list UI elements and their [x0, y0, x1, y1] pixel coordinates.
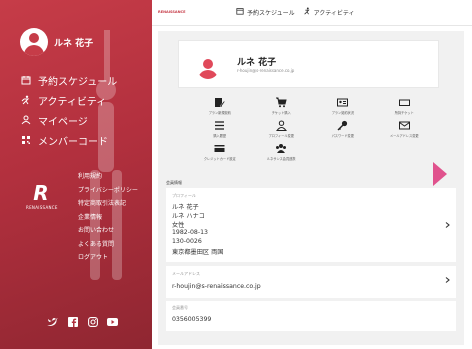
header-nav-activity[interactable]: アクティビティ — [303, 7, 355, 17]
instagram-icon[interactable] — [87, 316, 98, 327]
youtube-icon[interactable] — [107, 316, 118, 327]
mail-icon — [398, 119, 410, 131]
member-number-value: 0356005399 — [172, 316, 212, 323]
credit-card-icon — [214, 142, 226, 154]
profile-line: 女性 — [172, 222, 185, 229]
calendar-icon — [20, 74, 32, 86]
facebook-icon[interactable] — [67, 316, 78, 327]
header-nav-label: 予約スケジュール — [247, 9, 295, 17]
member-number-label: 会員番号 — [172, 305, 188, 310]
menu-owned-tickets[interactable]: 所持チケット — [374, 94, 436, 117]
link-company[interactable]: 企業情報 — [78, 211, 138, 225]
menu-buy-ticket[interactable]: チケット購入 — [251, 94, 313, 117]
list-icon — [214, 119, 226, 131]
person-icon — [275, 119, 287, 131]
menu-new-plan[interactable]: プラン新規契約 — [189, 94, 251, 117]
menu-renaissance-link[interactable]: ルネサンス会員連携 — [251, 140, 313, 163]
menu-plan-status[interactable]: プラン契約状況 — [312, 94, 374, 117]
link-privacy[interactable]: プライバシーポリシー — [78, 184, 138, 198]
email-label: メールアドレス — [172, 271, 200, 276]
sidebar-nav: 予約スケジュール アクティビティ マイページ メンバーコード — [20, 70, 117, 150]
qr-icon — [20, 134, 32, 146]
menu-grid: プラン新規契約 チケット購入 プラン契約状況 所持チケット 購入履歴 プロフィー… — [189, 94, 435, 163]
link-commerce-law[interactable]: 特定商取引法表記 — [78, 197, 138, 211]
arrow-right-icon — [433, 162, 447, 186]
menu-email-change[interactable]: メールアドレス変更 — [374, 117, 436, 140]
email-value: r-houjin@s-renaissance.co.jp — [172, 283, 261, 290]
top-bar: RENAISSANCE 予約スケジュール アクティビティ — [152, 0, 472, 26]
avatar — [20, 28, 48, 56]
profile-line: 130-0026 — [172, 238, 202, 245]
menu-credit-card[interactable]: クレジットカード設定 — [189, 140, 251, 163]
sidebar-user[interactable]: ルネ 花子 — [20, 28, 93, 56]
cart-icon — [275, 96, 287, 108]
link-terms[interactable]: 利用規約 — [78, 170, 138, 184]
run-icon — [303, 7, 311, 17]
header-nav: 予約スケジュール アクティビティ — [236, 7, 355, 17]
sidebar-item-label: メンバーコード — [38, 136, 108, 148]
menu-purchase-history[interactable]: 購入履歴 — [189, 117, 251, 140]
header-nav-label: アクティビティ — [313, 9, 355, 17]
calendar-icon — [236, 7, 244, 17]
group-icon — [275, 142, 287, 154]
sidebar-panel: ルネ 花子 予約スケジュール アクティビティ マイページ メンバーコード R R… — [0, 0, 152, 349]
header-nav-schedule[interactable]: 予約スケジュール — [236, 7, 295, 17]
ticket-icon — [398, 96, 410, 108]
sidebar-user-name: ルネ 花子 — [54, 38, 94, 49]
link-faq[interactable]: よくある質問 — [78, 238, 138, 252]
footer-links: 利用規約 プライバシーポリシー 特定商取引法表記 企業情報 お問い合わせ よくあ… — [78, 170, 138, 265]
main-panel: RENAISSANCE 予約スケジュール アクティビティ ルネ 花子 r-hou… — [152, 0, 472, 349]
profile-line: 1982-08-13 — [172, 229, 208, 236]
key-icon — [337, 119, 349, 131]
link-contact[interactable]: お問い合わせ — [78, 224, 138, 238]
link-logout[interactable]: ログアウト — [78, 251, 138, 265]
chevron-right-icon — [444, 222, 450, 228]
profile-label: プロフィール — [172, 193, 196, 198]
contract-icon — [214, 96, 226, 108]
profile-header: ルネ 花子 r-houjin@s-renaissance.co.jp — [178, 40, 439, 88]
profile-card[interactable]: プロフィール ルネ 花子 ルネ ハナコ 女性 1982-08-13 130-00… — [166, 188, 456, 262]
menu-profile-edit[interactable]: プロフィール変更 — [251, 117, 313, 140]
sidebar-item-schedule[interactable]: 予約スケジュール — [20, 70, 117, 90]
profile-line: 東京都墨田区 両国 — [172, 249, 224, 256]
menu-password-change[interactable]: パスワード変更 — [312, 117, 374, 140]
id-card-icon — [337, 96, 349, 108]
sidebar-item-member-code[interactable]: メンバーコード — [20, 130, 117, 150]
sidebar-item-label: アクティビティ — [38, 96, 107, 108]
sidebar-item-activity[interactable]: アクティビティ — [20, 90, 117, 110]
sidebar-item-mypage[interactable]: マイページ — [20, 110, 117, 130]
brand-text: RENAISSANCE — [26, 205, 58, 210]
person-icon — [20, 114, 32, 126]
email-card[interactable]: メールアドレス r-houjin@s-renaissance.co.jp — [166, 266, 456, 298]
run-icon — [20, 94, 32, 106]
header-logo[interactable]: RENAISSANCE — [158, 10, 186, 14]
member-info-title: 会員情報 — [166, 180, 182, 185]
member-number-card: 会員番号 0356005399 — [166, 301, 456, 331]
sidebar-item-label: 予約スケジュール — [38, 76, 118, 88]
twitter-icon[interactable] — [47, 316, 58, 327]
sidebar-item-label: マイページ — [38, 116, 88, 128]
profile-name: ルネ 花子 — [237, 58, 277, 68]
avatar — [197, 57, 219, 79]
profile-email: r-houjin@s-renaissance.co.jp — [237, 68, 295, 73]
profile-line: ルネ ハナコ — [172, 213, 205, 220]
chevron-right-icon — [444, 277, 450, 283]
social-links — [47, 316, 118, 327]
brand-logo: R RENAISSANCE — [26, 181, 58, 210]
profile-line: ルネ 花子 — [172, 204, 199, 211]
